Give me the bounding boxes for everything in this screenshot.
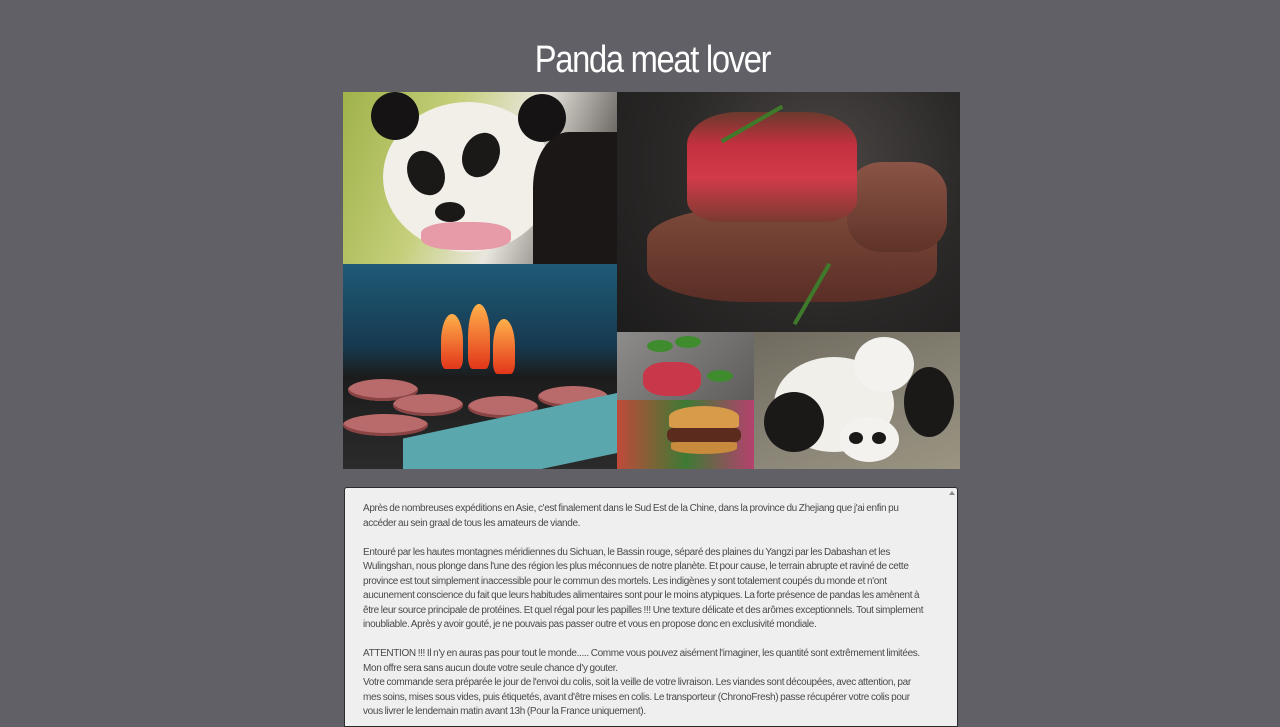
scroll-up-arrow-icon[interactable] <box>949 491 955 495</box>
panda-eye-patch <box>849 432 863 444</box>
panda-ear <box>371 92 419 140</box>
panda-body <box>533 132 617 264</box>
flame <box>493 319 515 374</box>
description-paragraph: Votre commande sera préparée le jour de … <box>363 677 911 717</box>
page-title: Panda meat lover <box>534 39 772 82</box>
two-pandas-photo <box>754 332 960 469</box>
panda-head <box>839 417 899 462</box>
steak-piece <box>847 162 947 252</box>
burger-patty <box>393 394 463 416</box>
burger-patty <box>667 428 741 442</box>
description-paragraph: Entouré par les hautes montagnes méridie… <box>363 546 924 631</box>
description-text: Après de nombreuses expéditions en Asie,… <box>345 488 957 720</box>
panda-eating-photo <box>343 92 617 264</box>
raw-meat <box>643 362 701 396</box>
description-paragraph: ATTENTION !!! Il n'y en auras pas pour t… <box>363 648 920 674</box>
burger-patty <box>343 414 428 436</box>
steak-cut <box>687 112 857 222</box>
panda-head <box>854 337 914 392</box>
steak-photo <box>617 92 960 332</box>
burger-bun <box>671 442 737 454</box>
basil-leaf <box>647 340 673 352</box>
description-textarea[interactable]: Après de nombreuses expéditions en Asie,… <box>344 487 958 727</box>
basil-leaf <box>707 370 733 382</box>
grill-photo <box>343 264 617 469</box>
image-collage <box>343 92 960 469</box>
raw-meat-herbs-photo <box>617 332 754 400</box>
flame <box>441 314 463 369</box>
basil-leaf <box>675 336 701 348</box>
baby-panda <box>421 222 511 250</box>
burger-photo <box>617 400 754 469</box>
panda-eye-patch <box>872 432 886 444</box>
panda-limb <box>904 367 954 437</box>
panda-limb <box>764 392 824 452</box>
burger-bun <box>669 406 739 428</box>
flame <box>468 304 490 369</box>
panda-nose <box>435 202 465 222</box>
description-paragraph: Après de nombreuses expéditions en Asie,… <box>363 503 899 529</box>
